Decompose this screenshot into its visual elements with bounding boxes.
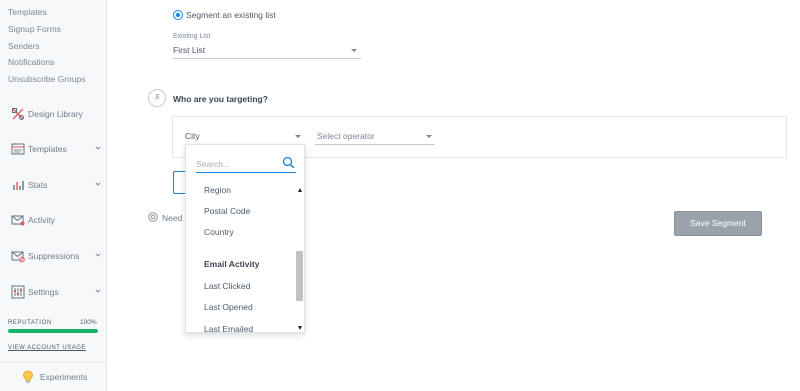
- field-dropdown-menu: Region Postal Code Country Email Activit…: [185, 144, 305, 333]
- field-select[interactable]: City: [185, 128, 305, 145]
- dropdown-option-region[interactable]: Region: [204, 185, 231, 195]
- dropdown-option-last-clicked[interactable]: Last Clicked: [204, 281, 250, 291]
- existing-list-label: Existing List: [173, 33, 211, 40]
- sidebar-item-label: Design Library: [28, 109, 83, 119]
- dropdown-search-input[interactable]: [196, 156, 296, 173]
- operator-select[interactable]: Select operator: [315, 128, 435, 145]
- field-select-value: City: [185, 131, 200, 141]
- segment-existing-list-label: Segment an existing list: [186, 10, 276, 20]
- reputation-value: 100%: [80, 319, 97, 326]
- search-icon[interactable]: [282, 156, 295, 169]
- sidebar-link-notifications[interactable]: Notifications: [8, 57, 54, 67]
- sidebar-item-activity[interactable]: Activity: [0, 208, 106, 232]
- sidebar-link-templates[interactable]: Templates: [8, 7, 47, 17]
- dropdown-option-postal-code[interactable]: Postal Code: [204, 206, 250, 216]
- scroll-down-arrow-icon[interactable]: [298, 326, 302, 330]
- suppressions-icon: [11, 251, 25, 263]
- caret-down-icon: [351, 49, 357, 52]
- lightbulb-icon: [23, 370, 33, 383]
- settings-icon: [11, 285, 25, 299]
- main-content: Segment an existing list Existing List F…: [107, 0, 800, 391]
- sidebar-item-label: Activity: [28, 215, 55, 225]
- caret-down-icon: [295, 135, 301, 138]
- sidebar-item-label: Suppressions: [28, 251, 80, 261]
- dropdown-option-last-emailed[interactable]: Last Emailed: [204, 324, 253, 332]
- sidebar-item-experiments[interactable]: Experiments: [0, 362, 106, 391]
- dropdown-option-last-opened[interactable]: Last Opened: [204, 302, 253, 312]
- existing-list-value: First List: [173, 45, 206, 55]
- sidebar-item-templates[interactable]: Templates: [0, 137, 106, 161]
- design-library-icon: [12, 108, 24, 120]
- operator-select-placeholder: Select operator: [317, 131, 375, 141]
- sidebar-link-signup-forms[interactable]: Signup Forms: [8, 24, 61, 34]
- sidebar-link-unsubscribe-groups[interactable]: Unsubscribe Groups: [8, 74, 85, 84]
- activity-icon: [11, 215, 25, 226]
- chevron-down-icon: [95, 182, 101, 186]
- sidebar-item-stats[interactable]: Stats: [0, 173, 106, 197]
- sidebar-item-design-library[interactable]: Design Library: [0, 102, 106, 126]
- step-number: 3: [148, 89, 166, 107]
- stats-icon: [13, 181, 24, 190]
- reputation-label: REPUTATION: [8, 320, 52, 326]
- sidebar-item-suppressions[interactable]: Suppressions: [0, 244, 106, 268]
- save-segment-button[interactable]: Save Segment: [674, 211, 762, 236]
- sidebar-link-senders[interactable]: Senders: [8, 41, 40, 51]
- segment-existing-list-radio[interactable]: [173, 10, 183, 20]
- chevron-down-icon: [95, 253, 101, 257]
- chevron-down-icon: [95, 289, 101, 293]
- step-title: Who are you targeting?: [173, 94, 268, 104]
- sidebar-item-settings[interactable]: Settings: [0, 280, 106, 304]
- chevron-down-icon: [95, 146, 101, 150]
- sidebar: Templates Signup Forms Senders Notificat…: [0, 0, 107, 391]
- reputation-bar: [8, 329, 98, 333]
- dropdown-scrollbar-thumb[interactable]: [296, 251, 303, 301]
- existing-list-select[interactable]: First List: [173, 42, 361, 59]
- scroll-up-arrow-icon[interactable]: [298, 188, 302, 192]
- reputation-bar-fill: [8, 329, 98, 333]
- dropdown-group-email-activity: Email Activity: [204, 259, 260, 269]
- help-icon: [148, 212, 158, 222]
- sidebar-item-label: Settings: [28, 287, 59, 297]
- templates-icon: [11, 143, 25, 155]
- sidebar-item-label: Experiments: [40, 372, 88, 382]
- dropdown-option-country[interactable]: Country: [204, 227, 234, 237]
- caret-down-icon: [426, 135, 432, 138]
- sidebar-item-label: Templates: [28, 144, 67, 154]
- sidebar-item-label: Stats: [28, 180, 48, 190]
- view-account-usage-link[interactable]: VIEW ACCOUNT USAGE: [8, 345, 86, 351]
